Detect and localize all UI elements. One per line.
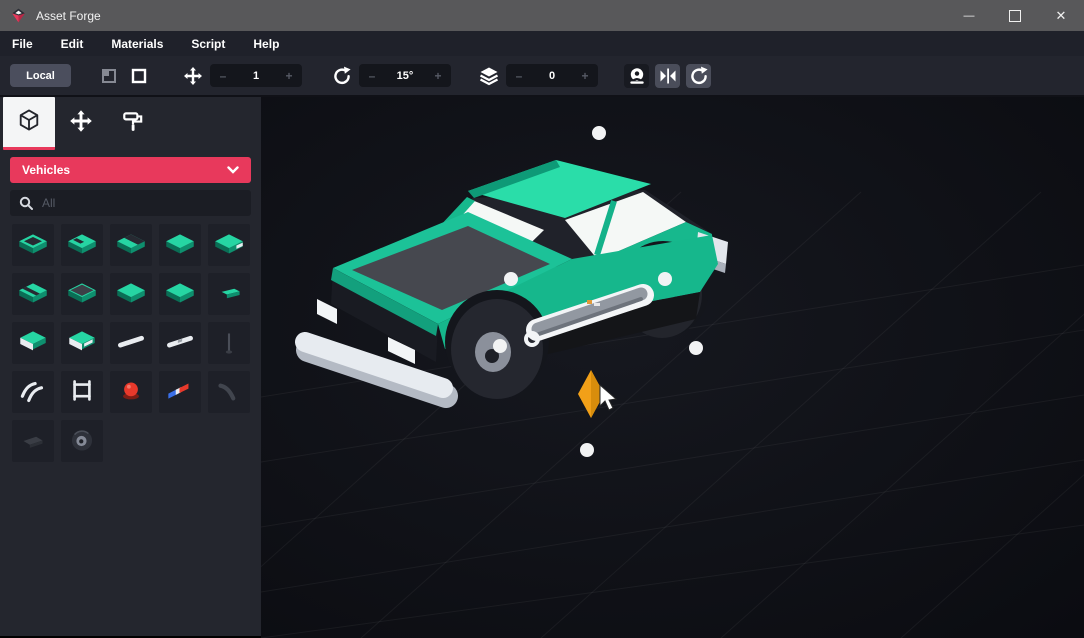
rotate-step-plus[interactable]: + <box>425 69 451 83</box>
close-icon: ✕ <box>1056 8 1067 24</box>
toolbar: Local – 1 + <box>0 56 1084 97</box>
part-body-flat[interactable] <box>159 224 201 266</box>
cube-icon <box>17 108 41 137</box>
part-body-flat-detail[interactable] <box>208 224 250 266</box>
selection-handle[interactable] <box>689 341 703 355</box>
maximize-icon <box>1009 10 1021 22</box>
part-wheel[interactable] <box>61 420 103 462</box>
selection-handle[interactable] <box>658 272 672 286</box>
snap-corner-icon[interactable] <box>99 66 119 86</box>
part-cabin-windows-b[interactable] <box>61 322 103 364</box>
part-body-flat-b[interactable] <box>110 273 152 315</box>
selection-handle[interactable] <box>493 339 507 353</box>
move-step-minus[interactable]: – <box>210 69 236 83</box>
close-button[interactable]: ✕ <box>1038 0 1084 31</box>
selection-handle[interactable] <box>580 443 594 457</box>
category-dropdown[interactable]: Vehicles <box>10 157 251 183</box>
rotate-step-minus[interactable]: – <box>359 69 385 83</box>
move-icon <box>183 66 203 86</box>
menubar: File Edit Materials Script Help <box>0 31 1084 56</box>
camera-orbit-button[interactable] <box>624 64 649 88</box>
local-space-toggle[interactable]: Local <box>10 64 71 87</box>
part-body-tray[interactable] <box>12 224 54 266</box>
part-cabin-windows[interactable] <box>12 322 54 364</box>
menu-item-script[interactable]: Script <box>191 37 239 51</box>
menu-item-materials[interactable]: Materials <box>111 37 177 51</box>
camera-orbit-icon <box>627 66 647 86</box>
reset-view-icon <box>689 66 709 86</box>
minimize-icon: — <box>964 10 975 22</box>
part-roll-frame[interactable] <box>61 371 103 413</box>
part-antenna[interactable] <box>208 322 250 364</box>
category-label: Vehicles <box>22 163 70 177</box>
part-siren-light[interactable] <box>110 371 152 413</box>
part-pipe-curved[interactable] <box>208 371 250 413</box>
layers-icon <box>479 66 499 86</box>
rotate-step-stepper: – 15° + <box>359 64 451 87</box>
rotate-step-icon <box>332 66 352 86</box>
move-step-plus[interactable]: + <box>276 69 302 83</box>
menu-item-help[interactable]: Help <box>253 37 293 51</box>
part-body-stripe[interactable] <box>12 273 54 315</box>
maximize-button[interactable] <box>992 0 1038 31</box>
flip-button[interactable] <box>655 64 680 88</box>
part-bumper-detail[interactable] <box>159 322 201 364</box>
snap-bounds-icon[interactable] <box>129 66 149 86</box>
sidebar-tabs <box>0 97 261 150</box>
selection-handle[interactable] <box>592 126 606 140</box>
reset-view-button[interactable] <box>686 64 711 88</box>
layer-stepper: – 0 + <box>506 64 598 87</box>
part-body-flat-c[interactable] <box>159 273 201 315</box>
part-bumper[interactable] <box>110 322 152 364</box>
parts-grid <box>12 224 254 462</box>
asset-forge-window: Asset Forge — ✕ File Edit Materials Script H… <box>0 0 1084 636</box>
search-icon <box>19 196 33 210</box>
part-body-dark-top[interactable] <box>61 273 103 315</box>
move-step-stepper: – 1 + <box>210 64 302 87</box>
tab-move[interactable] <box>55 97 107 150</box>
move-icon <box>69 109 93 138</box>
part-body-wedge[interactable] <box>208 273 250 315</box>
paint-roller-icon <box>121 109 145 138</box>
layer-plus[interactable]: + <box>572 69 598 83</box>
search-box <box>10 190 251 216</box>
app-logo-icon <box>10 7 27 24</box>
titlebar: Asset Forge — ✕ <box>0 0 1084 31</box>
part-body-hood-panel[interactable] <box>110 224 152 266</box>
part-exhaust-pipes[interactable] <box>12 371 54 413</box>
flip-icon <box>658 66 678 86</box>
search-input[interactable] <box>40 195 224 211</box>
tab-paint-roller[interactable] <box>107 97 159 150</box>
layer-minus[interactable]: – <box>506 69 532 83</box>
layer-value: 0 <box>549 70 555 82</box>
minimize-button[interactable]: — <box>946 0 992 31</box>
rotate-step-value: 15° <box>397 70 414 82</box>
parts-sidebar: Vehicles <box>0 97 261 636</box>
window-title: Asset Forge <box>36 9 101 23</box>
part-police-light-bar[interactable] <box>159 371 201 413</box>
part-mud-flap[interactable] <box>12 420 54 462</box>
part-body-slot[interactable] <box>61 224 103 266</box>
menu-item-file[interactable]: File <box>12 37 47 51</box>
menu-item-edit[interactable]: Edit <box>61 37 98 51</box>
tab-cube[interactable] <box>3 97 55 150</box>
selection-handle[interactable] <box>504 272 518 286</box>
chevron-down-icon <box>227 166 239 174</box>
move-step-value: 1 <box>253 70 259 82</box>
viewport-3d[interactable] <box>261 97 1084 636</box>
